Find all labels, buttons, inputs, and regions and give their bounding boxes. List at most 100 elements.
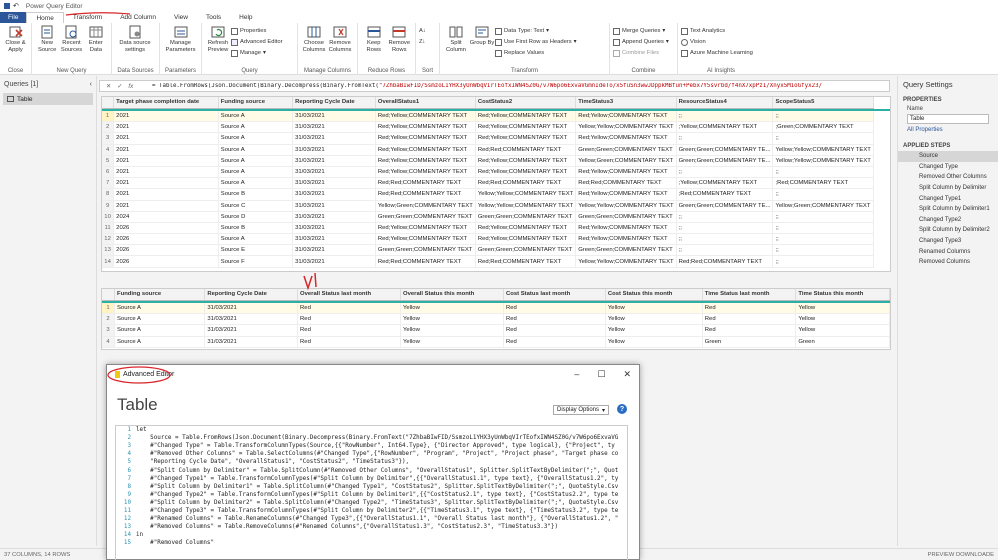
refresh-preview-button[interactable]: Refresh Preview (205, 25, 231, 53)
data-source-settings-button[interactable]: Data source settings (115, 25, 155, 53)
tab-home[interactable]: Home (26, 12, 64, 23)
choose-columns-button[interactable]: Choose Columns (301, 25, 327, 53)
row-number[interactable]: 14 (102, 255, 115, 268)
formula-text[interactable]: = Table.FromRows(Json.Document(Binary.De… (152, 83, 822, 89)
row-number[interactable]: 4 (102, 336, 115, 348)
tab-view[interactable]: View (165, 12, 197, 23)
combine-files-button[interactable]: Combine Files (613, 48, 669, 58)
all-properties-link[interactable]: All Properties (898, 125, 998, 135)
row-number[interactable]: 10 (102, 211, 115, 223)
table-row[interactable]: 10 2024 Source D 31/03/2021 Green;Green;COMM… (102, 211, 890, 223)
row-number[interactable]: 4 (102, 144, 115, 156)
row-number[interactable]: 1 (102, 110, 115, 123)
vision-button[interactable]: Vision (681, 37, 753, 47)
column-header[interactable]: Overall Status this month (400, 289, 505, 301)
applied-step[interactable]: Changed Type3 (898, 236, 998, 247)
table-row[interactable]: 8 2021 Source B 31/03/2021 Red;Red;COMMENTAR… (102, 188, 890, 201)
table-row[interactable]: 1 Source A 31/03/2021 Red Yellow Red Yellow Red… (102, 302, 890, 315)
table-row[interactable]: 5 2021 Source A 31/03/2021 Red;Yellow;COMMEN… (102, 155, 890, 167)
table-select-all[interactable] (102, 289, 115, 301)
data-preview-grid[interactable]: Target phase completion date Funding sour… (101, 96, 891, 272)
row-number[interactable]: 7 (102, 177, 115, 190)
code-editor[interactable]: 1 let 2 Source = Table.FromRows(Json.Docum… (115, 425, 628, 560)
column-header[interactable]: Reporting Cycle Date (292, 97, 376, 109)
remove-rows-button[interactable]: Remove Rows (387, 25, 413, 53)
row-number[interactable]: 3 (102, 132, 115, 145)
row-number[interactable]: 5 (102, 155, 115, 167)
close-icon[interactable]: ✕ (623, 369, 631, 380)
applied-step[interactable]: Removed Other Columns (898, 172, 998, 183)
display-options-dropdown[interactable]: Display Options ▾ (553, 405, 610, 415)
data-type-dropdown[interactable]: Data Type: Text ▾ (495, 26, 577, 36)
row-number[interactable]: 2 (102, 121, 115, 134)
manage-button[interactable]: Manage ▾ (231, 48, 283, 58)
column-header[interactable]: Funding source (114, 289, 206, 301)
column-header[interactable]: Cost Status last month (503, 289, 606, 301)
table-row[interactable]: 3 2021 Source A 31/03/2021 Red;Yellow;COMMEN… (102, 132, 890, 145)
tab-transform[interactable]: Transform (64, 12, 111, 23)
applied-step[interactable]: Split Column by Delimiter2 (898, 225, 998, 236)
close-icon[interactable]: ✕ (106, 83, 111, 90)
column-header[interactable]: CostStatus2 (475, 97, 577, 109)
row-number[interactable]: 2 (102, 313, 115, 326)
minimize-icon[interactable]: – (574, 369, 579, 380)
column-header[interactable]: Cost Status this month (605, 289, 703, 301)
row-number[interactable]: 8 (102, 188, 115, 201)
split-column-button[interactable]: Split Column (443, 25, 469, 53)
row-number[interactable]: 1 (102, 302, 115, 315)
table-row[interactable]: 2 Source A 31/03/2021 Red Yellow Red Yellow Red… (102, 313, 890, 326)
azure-ml-button[interactable]: Azure Machine Learning (681, 48, 753, 58)
append-queries-button[interactable]: Append Queries ▾ (613, 37, 669, 47)
recent-sources-button[interactable]: Recent Sources (59, 25, 83, 53)
table-row[interactable]: 2 2021 Source A 31/03/2021 Red;Yellow;COMMEN… (102, 121, 890, 134)
column-header[interactable]: Time Status last month (702, 289, 797, 301)
table-row[interactable]: 13 2026 Source E 31/03/2021 Green;Green;COMM… (102, 244, 890, 257)
tab-add-column[interactable]: Add Column (111, 12, 165, 23)
applied-step[interactable]: Changed Type1 (898, 193, 998, 204)
second-preview-grid[interactable]: Funding source Reporting Cycle Date Overal… (101, 288, 891, 350)
column-header[interactable]: OverallStatus1 (375, 97, 476, 109)
table-row[interactable]: 1 2021 Source A 31/03/2021 Red;Yellow;COMMEN… (102, 110, 890, 123)
use-first-row-headers-button[interactable]: Use First Row as Headers ▾ (495, 37, 577, 47)
table-row[interactable]: 11 2026 Source B 31/03/2021 Red;Yellow;COMME… (102, 222, 890, 235)
new-source-button[interactable]: New Source (35, 25, 59, 53)
keep-rows-button[interactable]: Keep Rows (361, 25, 387, 53)
table-row[interactable]: 7 2021 Source A 31/03/2021 Red;Red;COMMENTAR… (102, 177, 890, 190)
close-apply-button[interactable]: Close & Apply (3, 25, 28, 53)
replace-values-button[interactable]: Replace Values (495, 48, 577, 58)
remove-columns-button[interactable]: Remove Columns (327, 25, 353, 53)
enter-data-button[interactable]: Enter Data (84, 25, 108, 53)
column-header[interactable]: TimeStatus3 (575, 97, 677, 109)
row-number[interactable]: 9 (102, 200, 115, 212)
name-field[interactable]: Table (907, 114, 989, 124)
table-select-all[interactable] (102, 97, 115, 109)
save-icon[interactable] (4, 3, 10, 9)
applied-step[interactable]: Renamed Columns (898, 246, 998, 257)
column-header[interactable]: Reporting Cycle Date (204, 289, 299, 301)
row-number[interactable]: 3 (102, 324, 115, 337)
table-row[interactable]: 14 2026 Source F 31/03/2021 Red;Red;COMMENTA… (102, 255, 890, 268)
advanced-editor-button[interactable]: Advanced Editor (231, 37, 283, 47)
merge-queries-button[interactable]: Merge Queries ▾ (613, 26, 669, 36)
sort-descending-button[interactable]: Z↓ (419, 37, 426, 47)
undo-icon[interactable]: ↶ (13, 2, 19, 10)
properties-button[interactable]: Properties (231, 26, 283, 36)
table-row[interactable]: 6 2021 Source A 31/03/2021 Red;Yellow;COMMEN… (102, 166, 890, 179)
manage-parameters-button[interactable]: Manage Parameters (163, 25, 198, 53)
row-number[interactable]: 13 (102, 244, 115, 257)
applied-step[interactable]: Source (898, 151, 998, 162)
help-icon[interactable]: ? (617, 404, 627, 414)
applied-step[interactable]: Changed Type (898, 162, 998, 173)
chevron-left-icon[interactable]: ‹ (90, 81, 92, 88)
column-header[interactable]: Overall Status last month (297, 289, 402, 301)
column-header[interactable]: ScopeStatus5 (772, 97, 874, 109)
check-icon[interactable]: ✓ (117, 83, 122, 90)
row-number[interactable]: 12 (102, 233, 115, 246)
formula-bar[interactable]: ✕ ✓ fx = Table.FromRows(Json.Document(Bina… (99, 80, 890, 92)
tab-tools[interactable]: Tools (197, 12, 230, 23)
table-row[interactable]: 12 2026 Source A 31/03/2021 Red;Yellow;COMME… (102, 233, 890, 246)
table-row[interactable]: 3 Source A 31/03/2021 Red Yellow Red Yellow Red… (102, 324, 890, 337)
row-number[interactable]: 6 (102, 166, 115, 179)
row-number[interactable]: 11 (102, 222, 115, 235)
query-item-table[interactable]: Table (3, 93, 93, 105)
